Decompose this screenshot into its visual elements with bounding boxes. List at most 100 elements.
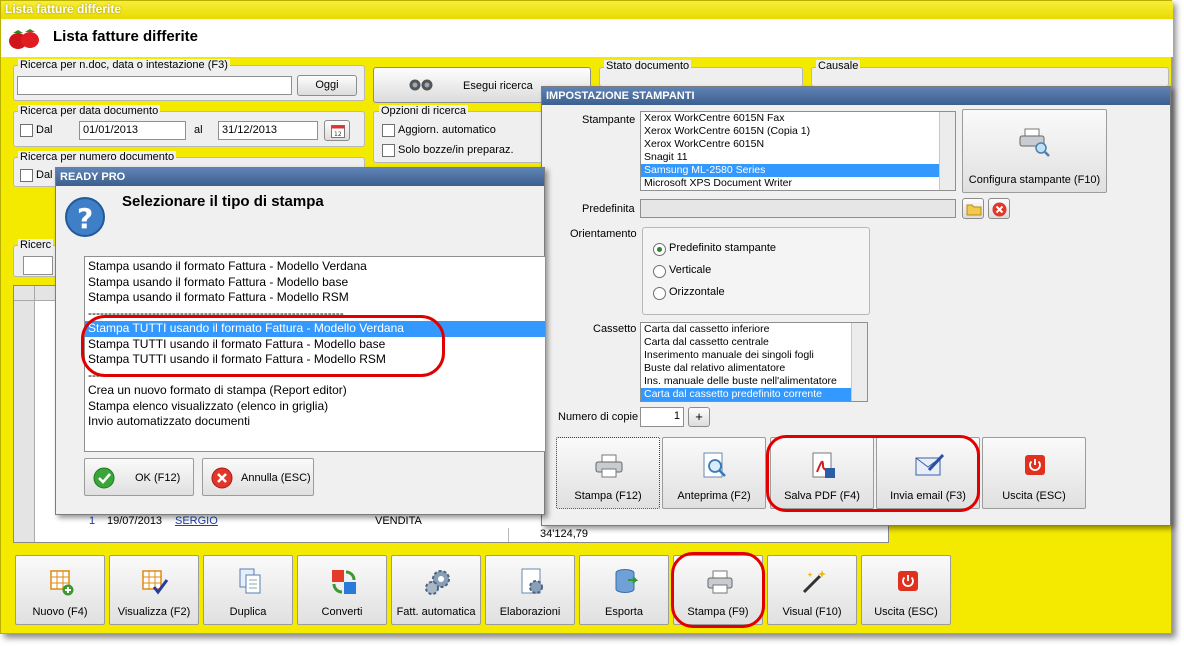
window-title: Lista fatture differite [5,2,122,16]
visual-button[interactable]: Visual (F10) [767,555,857,625]
print-type-item[interactable]: Stampa elenco visualizzato (elenco in gr… [85,399,545,415]
tray-label: Cassetto [593,323,637,335]
convert-icon [332,570,356,594]
cancel-button[interactable]: Annulla (ESC) [202,458,314,496]
printer-dialog-title: IMPOSTAZIONE STAMPANTI [542,87,1170,105]
strawberry-icon [9,29,39,49]
printer-list-scrollbar[interactable] [939,112,955,190]
ok-label: OK (F12) [135,472,181,484]
document-gear-icon [521,568,543,594]
calendar-button[interactable]: 12 [324,120,350,141]
causale-group [811,67,1169,87]
orientation-option-label: Verticale [669,264,712,276]
bottom-toolbar: Nuovo (F4) Visualizza (F2) Duplica Conve… [13,553,1163,629]
table-row-number[interactable]: 1 [89,515,95,527]
copies-field[interactable]: 1 [640,407,684,427]
print-button-highlight [671,552,765,628]
tray-list-item[interactable]: Carta dal cassetto centrale [641,336,867,349]
processing-button[interactable]: Elaborazioni [485,555,575,625]
printer-magnifier-icon [1019,128,1050,157]
auto-update-checkbox[interactable] [382,124,395,137]
date-from-field[interactable]: 01/01/2013 [79,121,186,140]
calendar-icon: 12 [331,125,345,138]
date-to-field[interactable]: 31/12/2013 [218,121,318,140]
printer-list-item[interactable]: Xerox WorkCentre 6015N [641,138,955,151]
table-row-name[interactable]: SERGIO [175,515,218,527]
duplicate-icon [239,568,261,594]
tray-list-item[interactable]: Ins. manuale delle buste nell'alimentato… [641,375,867,388]
printer-list-item[interactable]: Samsung ML-2580 Series [641,164,955,177]
drafts-checkbox[interactable] [382,144,395,157]
causale-label: Causale [816,60,861,72]
tray-list-item[interactable]: Inserimento manuale dei singoli fogli [641,349,867,362]
print-dialog-heading: Selezionare il tipo di stampa [122,193,324,210]
search-input[interactable] [17,76,292,95]
new-button-label: Nuovo (F4) [32,606,88,618]
browse-button[interactable] [962,198,984,219]
tray-list-scrollbar[interactable] [851,323,867,401]
view-button[interactable]: Visualizza (F2) [109,555,199,625]
main-window: Lista fatture differite Lista fatture di… [0,0,1173,634]
print-dialog-title: READY PRO [56,168,544,186]
print-type-item[interactable]: Stampa usando il formato Fattura - Model… [85,290,545,306]
preview-icon [703,452,726,478]
printer-icon [595,454,623,478]
status-label: Stato documento [604,60,692,72]
orientation-radio[interactable] [653,287,666,300]
configure-printer-label: Configura stampante (F10) [968,174,1101,186]
tray-list-item[interactable]: Buste dal relativo alimentatore [641,362,867,375]
dal-label: Dal [36,124,53,136]
oggi-button[interactable]: Oggi [297,75,357,96]
svg-text:?: ? [77,202,93,235]
visual-button-label: Visual (F10) [782,606,842,618]
printer-list-item[interactable]: Snagit 11 [641,151,955,164]
new-button[interactable]: Nuovo (F4) [15,555,105,625]
exit-button[interactable]: Uscita (ESC) [861,555,951,625]
dal-checkbox[interactable] [20,124,33,137]
other-search-label: Ricerc [18,239,54,251]
printer-list-item[interactable]: Microsoft XPS Document Writer [641,177,955,190]
default-printer-field[interactable] [640,199,956,218]
preview-label: Anteprima (F2) [677,490,751,502]
date-search-label: Ricerca per data documento [18,105,161,117]
dialog-exit-button[interactable]: Uscita (ESC) [982,437,1086,509]
other-search-input[interactable] [23,256,53,275]
tray-list-item[interactable]: Carta dal cassetto inferiore [641,323,867,336]
print-type-item[interactable]: Invio automatizzato documenti [85,414,545,430]
tray-list[interactable]: Carta dal cassetto inferiore Carta dal ca… [640,322,868,402]
power-icon [898,571,918,591]
printer-list[interactable]: Xerox WorkCentre 6015N Fax Xerox WorkCent… [640,111,956,191]
orientation-radio[interactable] [653,265,666,278]
copies-plus-button[interactable]: + [688,407,710,427]
printer-list-item[interactable]: Xerox WorkCentre 6015N (Copia 1) [641,125,955,138]
auto-invoice-button[interactable]: Fatt. automatica [391,555,481,625]
export-button-label: Esporta [605,606,643,618]
configure-printer-button[interactable]: Configura stampante (F10) [962,109,1107,193]
dialog-print-label: Stampa (F12) [574,490,642,502]
print-type-item[interactable]: Stampa usando il formato Fattura - Model… [85,259,545,275]
ok-button[interactable]: OK (F12) [84,458,194,496]
question-icon: ? [65,197,105,237]
search-button-label: Esegui ricerca [463,80,533,92]
copies-label: Numero di copie [558,411,639,423]
folder-icon [966,204,982,216]
tray-list-item[interactable]: Carta dal cassetto predefinito corrente [641,388,867,401]
al-label: al [194,124,203,136]
print-type-item[interactable]: Crea un nuovo formato di stampa (Report … [85,383,545,399]
magic-wand-icon [802,570,826,594]
svg-text:12: 12 [334,131,342,138]
delete-icon [992,202,1007,217]
dal-number-checkbox[interactable] [20,169,33,182]
dialog-exit-label: Uscita (ESC) [1002,490,1066,502]
duplicate-button[interactable]: Duplica [203,555,293,625]
dialog-print-button[interactable]: Stampa (F12) [556,437,660,509]
convert-button[interactable]: Converti [297,555,387,625]
printer-list-item[interactable]: Xerox WorkCentre 6015N Fax [641,112,955,125]
print-type-item[interactable]: Stampa usando il formato Fattura - Model… [85,275,545,291]
export-button[interactable]: Esporta [579,555,669,625]
auto-invoice-button-label: Fatt. automatica [396,606,476,618]
preview-button[interactable]: Anteprima (F2) [662,437,766,509]
clear-default-button[interactable] [988,198,1010,219]
orientation-radio[interactable] [653,243,666,256]
orientation-group: Predefinito stampante Verticale Orizzontal… [642,227,870,315]
